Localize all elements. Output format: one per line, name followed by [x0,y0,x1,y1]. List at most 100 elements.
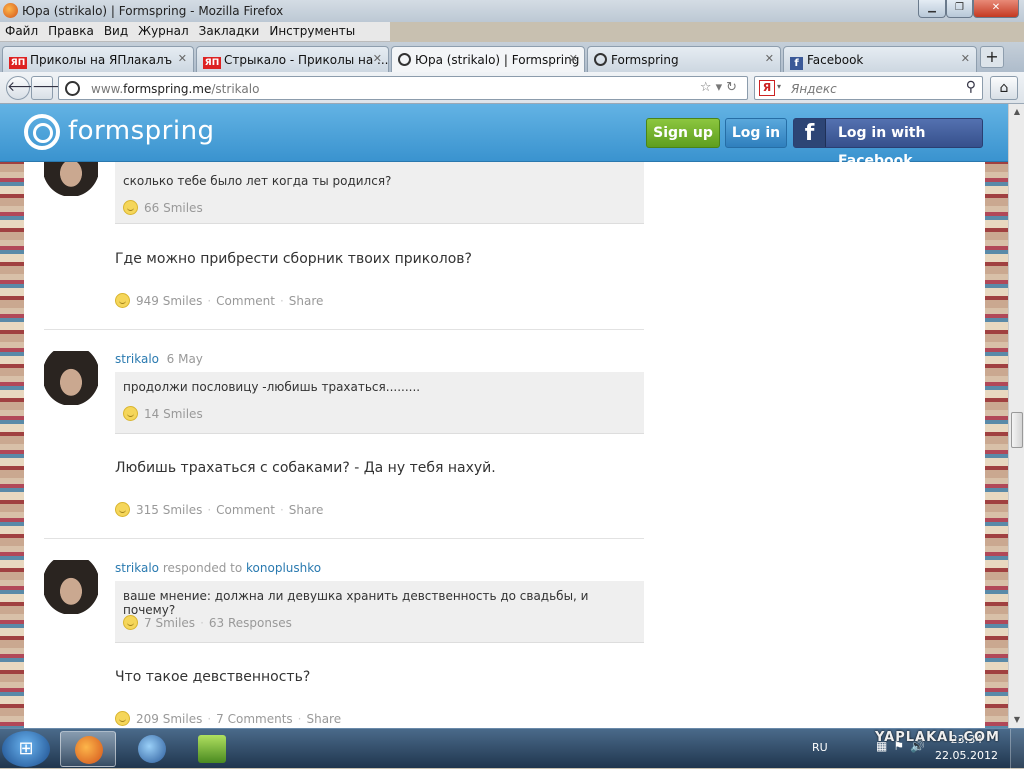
bookmark-star-icon[interactable]: ☆ [700,80,716,95]
question-box: сколько тебе было лет когда ты родился? … [115,162,644,224]
smiles-count[interactable]: 949 Smiles [136,294,202,308]
menu-tools[interactable]: Инструменты [264,22,360,38]
share-link[interactable]: Share [289,503,324,517]
comment-link[interactable]: Comment [216,294,275,308]
back-button[interactable]: 🡐 [6,76,45,100]
user-link[interactable]: strikalo [115,561,159,575]
smiles-count[interactable]: 7 Smiles [144,616,195,630]
language-indicator[interactable]: RU [812,741,828,754]
answer-actions: 315 Smiles · Comment · Share [115,502,323,517]
home-button[interactable]: ⌂ [990,76,1018,100]
menu-edit[interactable]: Правка [43,22,99,38]
smiles-count[interactable]: 315 Smiles [136,503,202,517]
question-meta: strikalo responded to konoplushko [115,561,321,575]
new-tab-button[interactable]: + [980,46,1004,68]
target-user-link[interactable]: konoplushko [246,561,321,575]
smile-icon[interactable] [115,293,130,308]
formspring-icon [398,53,411,66]
formspring-logo-icon[interactable] [24,114,60,150]
avatar[interactable] [44,351,98,405]
tab-yaplakal[interactable]: ЯП Приколы на ЯПлакалъ ✕ [2,46,194,72]
smile-icon[interactable] [123,615,138,630]
divider [44,329,644,330]
log-in-button[interactable]: Log in [725,118,787,148]
answer-text: Где можно прибрести сборник твоих прикол… [115,251,472,267]
menu-file[interactable]: Файл [0,22,43,38]
minimize-button[interactable]: ▁ [918,0,946,18]
show-desktop-button[interactable] [1010,729,1024,769]
question-smiles: 7 Smiles · 63 Responses [123,615,292,630]
taskbar-app[interactable] [184,731,240,767]
tab-close-icon[interactable]: ✕ [373,52,382,65]
avatar[interactable] [44,162,98,196]
sign-up-button[interactable]: Sign up [646,118,720,148]
menu-history[interactable]: Журнал [133,22,194,38]
reload-icon[interactable]: ↻ [726,80,741,95]
menu-view[interactable]: Вид [99,22,133,38]
question-text: продолжи пословицу -любишь трахаться....… [123,380,421,394]
tab-strykalo[interactable]: ЯП Стрыкало - Приколы на ... ✕ [196,46,389,72]
comments-link[interactable]: 7 Comments [216,712,293,726]
tab-label: Facebook [807,53,864,67]
vertical-scrollbar[interactable]: ▲ ▼ [1008,104,1024,728]
user-link[interactable]: strikalo [115,352,159,366]
share-link[interactable]: Share [306,712,341,726]
navigation-bar: 🡐 🡒 www.formspring.me/strikalo ☆▾↻ Я ▾ Я… [0,72,1024,104]
formspring-header: formspring Sign up Log in f Log in with … [0,104,1008,169]
tab-label: Стрыкало - Приколы на ... [224,53,389,67]
clock-date: 22.05.2012 [935,749,998,762]
responses-link[interactable]: 63 Responses [209,616,292,630]
smiles-count[interactable]: 209 Smiles [136,712,202,726]
search-magnifier-icon[interactable]: ⚲ [966,79,976,95]
smile-icon[interactable] [115,502,130,517]
share-link[interactable]: Share [289,294,324,308]
tab-formspring-strikalo[interactable]: Юра (strikalo) | Formspring ✕ [391,46,585,73]
window-title: Юра (strikalo) | Formspring - Mozilla Fi… [22,4,284,18]
menu-bookmarks[interactable]: Закладки [194,22,265,38]
question-smiles[interactable]: 66 Smiles [123,200,203,215]
formspring-logo-text[interactable]: formspring [68,116,215,146]
app-icon [198,735,226,763]
responded-to-label: responded to [162,561,243,575]
question-smiles[interactable]: 14 Smiles [123,406,203,421]
smile-icon[interactable] [115,711,130,726]
tab-formspring[interactable]: Formspring ✕ [587,46,781,72]
url-text[interactable]: www.formspring.me/strikalo [91,82,259,96]
answer-actions: 209 Smiles · 7 Comments · Share [115,711,341,726]
question-box: ваше мнение: должна ли девушка хранить д… [115,581,644,643]
close-window-button[interactable]: ✕ [973,0,1019,18]
comment-link[interactable]: Comment [216,503,275,517]
scroll-down-icon[interactable]: ▼ [1010,712,1024,728]
search-placeholder: Яндекс [791,82,837,96]
scroll-thumb[interactable] [1011,412,1023,448]
forward-button[interactable]: 🡒 [31,76,70,100]
search-bar[interactable]: Я ▾ Яндекс ⚲ [754,76,983,100]
site-identity-icon[interactable] [65,81,80,96]
tab-facebook[interactable]: f Facebook ✕ [783,46,977,72]
start-button[interactable]: ⊞ [2,731,50,767]
history-dropdown-icon[interactable]: ▾ [716,80,727,95]
yandex-icon[interactable]: Я [759,80,775,96]
firefox-icon [75,736,103,764]
smile-icon [123,200,138,215]
url-controls[interactable]: ☆▾↻ [700,80,741,95]
scroll-up-icon[interactable]: ▲ [1010,104,1024,120]
tab-close-icon[interactable]: ✕ [961,52,970,65]
page-viewport: formspring Sign up Log in f Log in with … [0,104,1008,728]
search-engine-dropdown-icon[interactable]: ▾ [777,82,781,91]
tab-label: Приколы на ЯПлакалъ [30,53,173,67]
windows-taskbar: ⊞ RU ▦⚑🔊 23:34 22.05.2012 [0,728,1024,769]
tab-bar: ЯП Приколы на ЯПлакалъ ✕ ЯП Стрыкало - При… [0,42,1024,73]
tab-close-icon[interactable]: ✕ [569,52,578,65]
tab-close-icon[interactable]: ✕ [765,52,774,65]
avatar[interactable] [44,560,98,614]
tab-close-icon[interactable]: ✕ [178,52,187,65]
facebook-login-button[interactable]: f Log in with Facebook [793,118,983,169]
maximize-button[interactable]: ❐ [946,0,973,18]
thunderbird-icon [138,735,166,763]
taskbar-thunderbird[interactable] [124,731,180,767]
taskbar-firefox[interactable] [60,731,116,767]
answer-text: Любишь трахаться с собаками? - Да ну теб… [115,460,496,476]
url-bar[interactable]: www.formspring.me/strikalo ☆▾↻ [58,76,748,100]
question-meta: strikalo 6 May [115,352,203,366]
